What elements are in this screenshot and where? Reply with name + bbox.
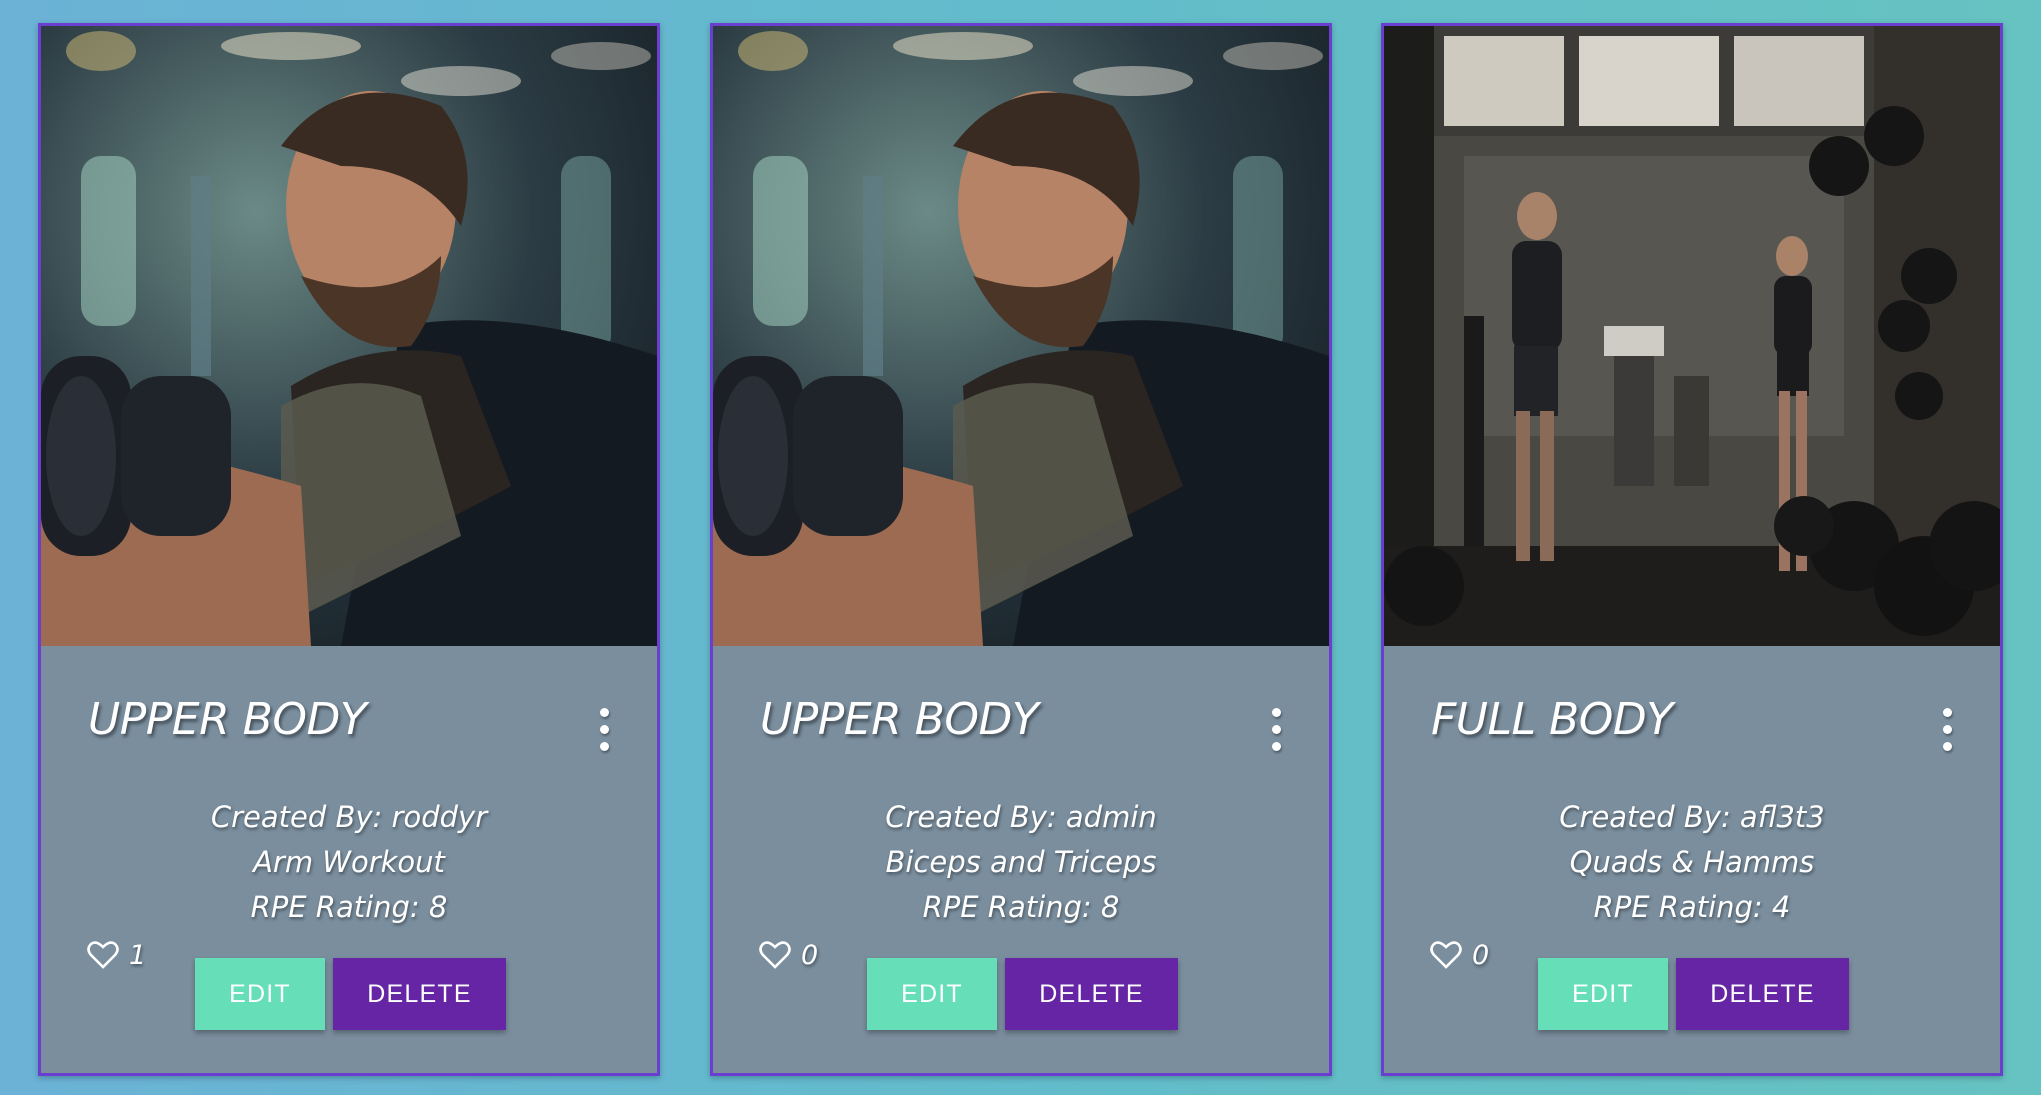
more-vert-icon[interactable] xyxy=(1940,708,1954,754)
created-by: Created By: afl3t3 xyxy=(1559,800,1825,834)
workout-card: UPPER BODY Created By: admin Biceps and … xyxy=(710,23,1332,1076)
workout-name: Biceps and Triceps xyxy=(885,845,1157,879)
workout-photo xyxy=(713,26,1329,646)
heart-icon[interactable] xyxy=(1430,940,1462,970)
like-count: 1 xyxy=(129,939,147,971)
workout-name: Arm Workout xyxy=(253,845,445,879)
workout-photo xyxy=(41,26,657,646)
more-vert-icon[interactable] xyxy=(597,708,611,754)
likes: 1 xyxy=(87,937,146,973)
workout-name: Quads & Hamms xyxy=(1569,845,1815,879)
like-count: 0 xyxy=(1472,939,1490,971)
workout-photo xyxy=(1384,26,2000,646)
delete-button[interactable]: DELETE xyxy=(333,958,506,1030)
heart-icon[interactable] xyxy=(759,940,791,970)
like-count: 0 xyxy=(801,939,819,971)
workout-card: FULL BODY Created By: afl3t3 Quads & Ham… xyxy=(1381,23,2003,1076)
rpe-rating: RPE Rating: 8 xyxy=(250,890,448,924)
edit-button[interactable]: EDIT xyxy=(1538,958,1668,1030)
rpe-rating: RPE Rating: 4 xyxy=(1593,890,1791,924)
edit-button[interactable]: EDIT xyxy=(867,958,997,1030)
likes: 0 xyxy=(759,937,818,973)
more-vert-icon[interactable] xyxy=(1269,708,1283,754)
created-by: Created By: admin xyxy=(885,800,1157,834)
card-title: UPPER BODY xyxy=(760,694,1039,745)
created-by: Created By: roddyr xyxy=(210,800,488,834)
workout-card: UPPER BODY Created By: roddyr Arm Workou… xyxy=(38,23,660,1076)
edit-button[interactable]: EDIT xyxy=(195,958,325,1030)
likes: 0 xyxy=(1430,937,1489,973)
rpe-rating: RPE Rating: 8 xyxy=(922,890,1120,924)
heart-icon[interactable] xyxy=(87,940,119,970)
card-title: FULL BODY xyxy=(1431,694,1673,745)
card-title: UPPER BODY xyxy=(88,694,367,745)
delete-button[interactable]: DELETE xyxy=(1005,958,1178,1030)
delete-button[interactable]: DELETE xyxy=(1676,958,1849,1030)
